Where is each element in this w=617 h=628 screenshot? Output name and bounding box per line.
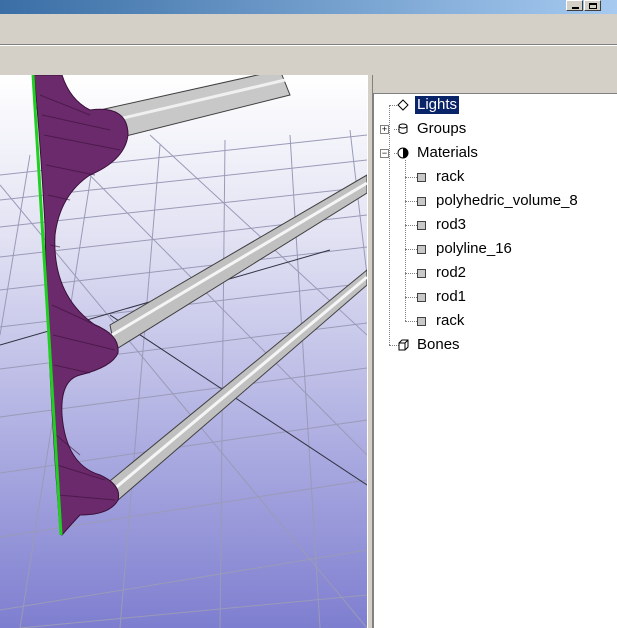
maximize-icon bbox=[589, 3, 597, 9]
tree-line bbox=[405, 249, 417, 250]
material-square-icon bbox=[417, 220, 426, 230]
scene-render bbox=[0, 75, 367, 628]
tree-node-material[interactable]: polyhedric_volume_8 bbox=[417, 191, 580, 211]
material-square-icon bbox=[417, 292, 426, 302]
tree-line bbox=[389, 105, 390, 345]
tree-node-material[interactable]: rack bbox=[417, 167, 466, 187]
tree-node-materials[interactable]: Materials bbox=[397, 143, 480, 163]
diamond-icon bbox=[397, 99, 409, 111]
tree-line bbox=[405, 297, 417, 298]
tree-node-label: Lights bbox=[413, 95, 461, 115]
tree-node-material[interactable]: rod1 bbox=[417, 287, 468, 307]
material-square-icon bbox=[417, 172, 426, 182]
tree-node-groups[interactable]: Groups bbox=[397, 119, 468, 139]
sphere-icon bbox=[397, 147, 409, 159]
minimize-button[interactable] bbox=[566, 0, 583, 11]
material-square-icon bbox=[417, 316, 426, 326]
toolbar-strip bbox=[0, 46, 617, 74]
tree-node-label: polyline_16 bbox=[436, 240, 512, 257]
3d-viewport[interactable] bbox=[0, 75, 367, 628]
material-square-icon bbox=[417, 268, 426, 278]
materials-collapse-button[interactable]: − bbox=[380, 149, 389, 158]
tree-line bbox=[405, 177, 417, 178]
tree-node-bones[interactable]: Bones bbox=[397, 335, 462, 355]
groups-expand-button[interactable]: + bbox=[380, 125, 389, 134]
material-square-icon bbox=[417, 196, 426, 206]
tree-line bbox=[405, 201, 417, 202]
tree-node-label: rod1 bbox=[436, 288, 467, 305]
box-icon bbox=[398, 339, 409, 351]
tree-node-material[interactable]: rod3 bbox=[417, 215, 468, 235]
tree-node-label: polyhedric_volume_8 bbox=[436, 192, 578, 209]
window-title-bar bbox=[0, 0, 617, 14]
tree-node-material[interactable]: rack bbox=[417, 311, 466, 331]
scene-tree-panel[interactable] bbox=[373, 93, 617, 628]
tree-header bbox=[373, 75, 617, 93]
maximize-button[interactable] bbox=[584, 0, 601, 11]
tree-node-label: rack bbox=[436, 168, 465, 185]
tree-node-material[interactable]: rod2 bbox=[417, 263, 468, 283]
tree-node-label: Bones bbox=[417, 336, 460, 353]
tree-line bbox=[405, 321, 417, 322]
tree-node-label: rod3 bbox=[436, 216, 467, 233]
toolbar bbox=[0, 14, 617, 44]
tree-node-lights[interactable]: Lights bbox=[397, 95, 461, 115]
tree-node-label: rack bbox=[436, 312, 465, 329]
tree-node-label: Materials bbox=[417, 144, 478, 161]
tree-line bbox=[405, 225, 417, 226]
cylinder-icon bbox=[398, 123, 408, 134]
material-square-icon bbox=[417, 244, 426, 254]
tree-node-label: rod2 bbox=[436, 264, 467, 281]
minimize-icon bbox=[572, 7, 579, 9]
tree-node-label: Groups bbox=[417, 120, 467, 137]
tree-line bbox=[405, 273, 417, 274]
tree-node-material[interactable]: polyline_16 bbox=[417, 239, 514, 259]
